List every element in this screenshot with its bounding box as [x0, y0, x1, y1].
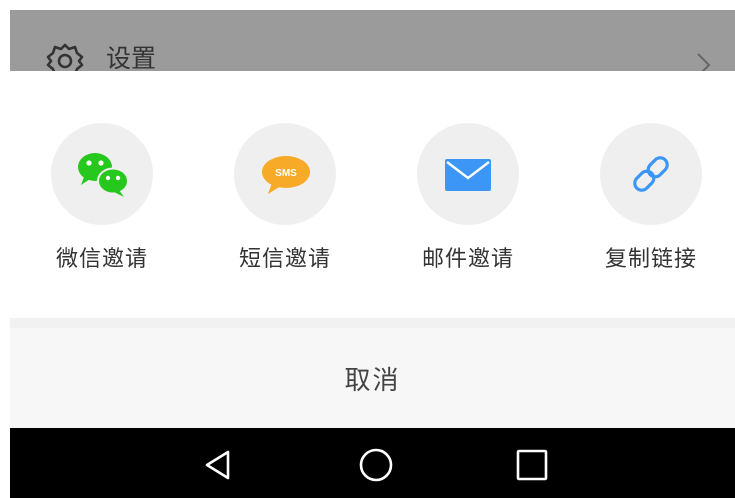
sms-icon-text: SMS	[275, 168, 297, 179]
share-option-mail-circle	[417, 123, 519, 225]
wechat-icon	[78, 153, 129, 197]
recents-button[interactable]	[512, 445, 552, 485]
share-option-copy-link-circle	[600, 123, 702, 225]
share-option-wechat[interactable]: 微信邀请	[32, 123, 172, 283]
share-option-mail[interactable]: 邮件邀请	[398, 123, 538, 283]
gear-icon	[46, 43, 84, 71]
share-option-label: 复制链接	[604, 247, 697, 272]
square-recents-icon	[516, 449, 548, 481]
share-option-label: 短信邀请	[238, 247, 331, 272]
sms-icon: SMS	[262, 156, 310, 194]
share-option-wechat-circle	[51, 123, 153, 225]
circle-home-icon	[359, 448, 393, 482]
home-button[interactable]	[356, 445, 396, 485]
share-option-copy-link[interactable]: 复制链接	[581, 123, 721, 283]
chevron-right-icon	[697, 53, 711, 71]
cancel-button[interactable]: 取消	[10, 328, 735, 428]
back-button[interactable]	[197, 445, 237, 485]
navigation-bar	[10, 428, 735, 498]
mail-icon	[445, 159, 491, 191]
settings-row: 设置	[10, 10, 735, 71]
triangle-back-icon	[205, 450, 230, 480]
share-option-sms[interactable]: SMS 短信邀请	[215, 123, 355, 283]
link-icon	[633, 156, 669, 192]
settings-label: 设置	[106, 44, 157, 71]
share-option-label: 邮件邀请	[421, 247, 514, 272]
share-option-label: 微信邀请	[55, 247, 148, 272]
sheet-divider	[10, 318, 735, 328]
share-option-sms-circle: SMS	[234, 123, 336, 225]
